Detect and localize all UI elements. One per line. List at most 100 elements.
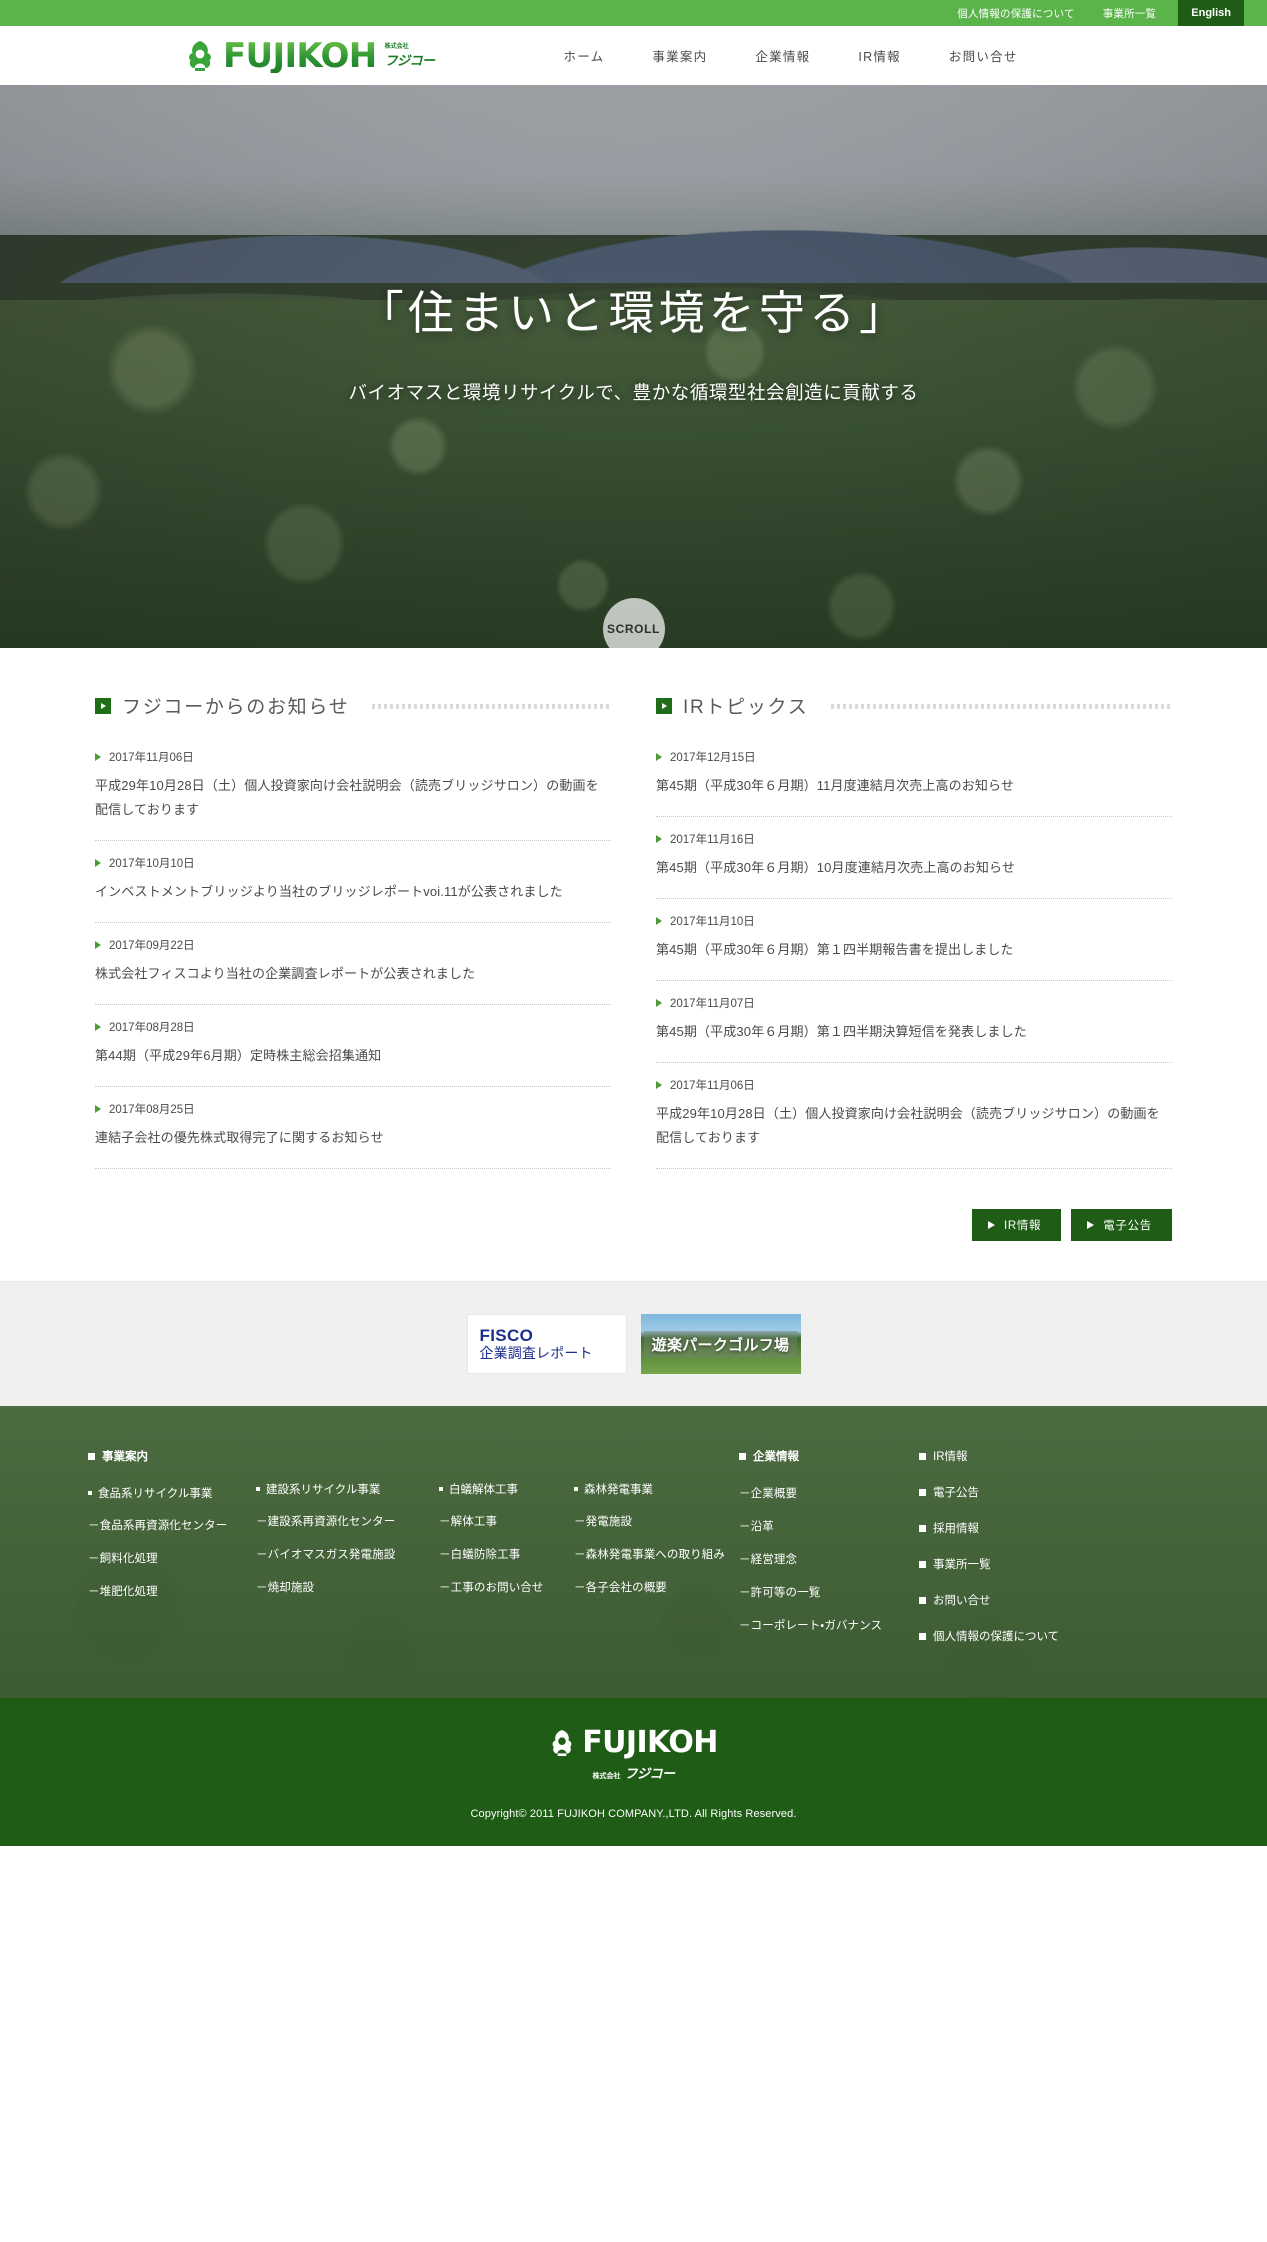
footer-group-label: 建設系リサイクル事業 [266, 1484, 381, 1497]
square-bullet-icon [919, 1524, 926, 1532]
square-bullet-icon [919, 1632, 926, 1640]
footer-link[interactable]: －発電施設 [574, 1513, 721, 1529]
footer-group-termite-demolition[interactable]: 白蟻解体工事 [439, 1481, 556, 1497]
footer-logo-kabushiki: 株式会社 [592, 1773, 621, 1781]
section-divider [831, 702, 1172, 709]
footer-link[interactable]: －白蟻防除工事 [439, 1546, 556, 1562]
tree-logo-icon [549, 1729, 575, 1757]
footer-link[interactable]: －解体工事 [439, 1513, 556, 1529]
footer-link[interactable]: －許可等の一覧 [739, 1584, 901, 1600]
utility-bar: 個人情報の保護について 事業所一覧 English [0, 0, 1267, 26]
section-title-notices: フジコーからのお知らせ [122, 697, 350, 718]
triangle-bullet-icon [95, 1105, 101, 1114]
footer-link-contact[interactable]: お問い合せ [919, 1592, 1059, 1608]
triangle-bullet-icon [95, 859, 101, 868]
footer-link[interactable]: －沿革 [739, 1518, 901, 1534]
news-title-link[interactable]: 第45期（平成30年６月期）第１四半期報告書を提出しました [656, 938, 1172, 962]
footer-group-label: 森林発電事業 [584, 1484, 653, 1497]
footer-link[interactable]: －コーポレート・ガバナンス [739, 1617, 901, 1633]
square-bullet-icon [919, 1488, 926, 1496]
footer-group-food-recycle[interactable]: 食品系リサイクル事業 [88, 1485, 238, 1501]
footer-logo[interactable]: FUJIKOH [549, 1728, 718, 1758]
hero-title: 「住まいと環境を守る」 [357, 288, 910, 339]
nav-item-business[interactable]: 事業案内 [628, 46, 731, 65]
site-logo[interactable]: FUJIKOH 株式会社 フジコー [185, 35, 435, 76]
news-title-link[interactable]: 第45期（平成30年６月期）第１四半期決算短信を発表しました [656, 1020, 1172, 1044]
news-list-item[interactable]: 2017年11月10日 第45期（平成30年６月期）第１四半期報告書を提出しまし… [656, 899, 1172, 982]
nav-item-home[interactable]: ホーム [539, 46, 628, 65]
footer-link[interactable]: －経営理念 [739, 1551, 901, 1567]
news-date-text: 2017年09月22日 [109, 940, 195, 953]
triangle-bullet-icon [95, 941, 101, 950]
logo-wordmark: FUJIKOH [223, 35, 377, 76]
banner-fisco-report[interactable]: FISCO 企業調査レポート [466, 1314, 627, 1375]
footer-link[interactable]: －工事のお問い合せ [439, 1579, 556, 1595]
footer-link[interactable]: －堆肥化処理 [88, 1583, 238, 1599]
square-bullet-icon [919, 1452, 926, 1460]
ir-info-button[interactable]: IR情報 [971, 1209, 1062, 1242]
news-list-item[interactable]: 2017年11月06日 平成29年10月28日（土）個人投資家向け会社説明会（読… [95, 735, 611, 842]
news-list-item[interactable]: 2017年11月06日 平成29年10月28日（土）個人投資家向け会社説明会（読… [656, 1063, 1172, 1170]
footer-group-forest-power[interactable]: 森林発電事業 [574, 1481, 721, 1497]
news-title-link[interactable]: 第45期（平成30年６月期）11月度連結月次売上高のお知らせ [656, 774, 1172, 798]
footer-link-ir-info[interactable]: IR情報 [919, 1448, 1059, 1464]
news-list-item[interactable]: 2017年08月28日 第44期（平成29年6月期）定時株主総会招集通知 [95, 1005, 611, 1088]
banner-yuraku-park-golf[interactable]: 遊楽パークゴルフ場 [640, 1314, 801, 1375]
topbar-link-privacy[interactable]: 個人情報の保護について [943, 0, 1089, 26]
news-list-item[interactable]: 2017年11月16日 第45期（平成30年６月期）10月度連結月次売上高のお知… [656, 817, 1172, 900]
square-bullet-icon [919, 1596, 926, 1604]
logo-fujiko: フジコー [384, 52, 435, 68]
banner-fisco-title: FISCO [479, 1325, 534, 1345]
footer-link-label: 採用情報 [933, 1523, 979, 1536]
footer-logo-japanese: 株式会社 フジコー [593, 1763, 675, 1782]
footer-link[interactable]: －森林発電事業への取り組み [574, 1546, 725, 1562]
footer-link[interactable]: －企業概要 [739, 1485, 901, 1501]
footer-bottom: FUJIKOH 株式会社 フジコー Copyright© 2011 FUJIKO… [0, 1698, 1267, 1847]
site-header: FUJIKOH 株式会社 フジコー ホーム 事業案内 企業情報 IR情報 お問い… [0, 26, 1267, 85]
language-english-button[interactable]: English [1178, 0, 1244, 26]
nav-item-company[interactable]: 企業情報 [731, 46, 834, 65]
news-title-link[interactable]: インベストメントブリッジより当社のブリッジレポートvoi.11が公表されました [95, 880, 611, 904]
news-date-text: 2017年11月06日 [109, 752, 194, 764]
news-list-item[interactable]: 2017年09月22日 株式会社フィスコより当社の企業調査レポートが公表されまし… [95, 923, 611, 1006]
news-title-link[interactable]: 第44期（平成29年6月期）定時株主総会招集通知 [95, 1044, 611, 1068]
footer-heading-label: 企業情報 [753, 1451, 799, 1464]
electronic-notice-button[interactable]: 電子公告 [1071, 1209, 1172, 1242]
footer-logo-fujiko: フジコー [624, 1766, 675, 1782]
news-title-link[interactable]: 平成29年10月28日（土）個人投資家向け会社説明会（読売ブリッジサロン）の動画… [95, 774, 611, 822]
footer-link[interactable]: －バイオマスガス発電施設 [256, 1546, 421, 1562]
footer-group-label: 白蟻解体工事 [449, 1484, 518, 1497]
news-date: 2017年10月10日 [95, 855, 611, 871]
footer-link-privacy[interactable]: 個人情報の保護について [919, 1628, 1059, 1644]
footer-link[interactable]: －食品系再資源化センター [88, 1517, 238, 1533]
footer-link[interactable]: －各子会社の概要 [574, 1579, 721, 1595]
footer-link-recruit[interactable]: 採用情報 [919, 1520, 1059, 1536]
nav-item-ir[interactable]: IR情報 [834, 46, 925, 65]
news-title-link[interactable]: 第45期（平成30年６月期）10月度連結月次売上高のお知らせ [656, 856, 1172, 880]
triangle-right-icon [1087, 1221, 1095, 1230]
banner-strip: FISCO 企業調査レポート 遊楽パークゴルフ場 [0, 1281, 1267, 1407]
news-list-item[interactable]: 2017年10月10日 インベストメントブリッジより当社のブリッジレポートvoi… [95, 841, 611, 924]
news-list-item[interactable]: 2017年08月25日 連結子会社の優先株式取得完了に関するお知らせ [95, 1087, 611, 1170]
triangle-bullet-icon [656, 1081, 662, 1090]
footer-link-offices[interactable]: 事業所一覧 [919, 1556, 1059, 1572]
footer-link[interactable]: －飼料化処理 [88, 1550, 238, 1566]
news-title-link[interactable]: 株式会社フィスコより当社の企業調査レポートが公表されました [95, 962, 611, 986]
footer-column-business: 事業案内 食品系リサイクル事業 －食品系再資源化センター －飼料化処理 －堆肥化… [88, 1448, 256, 1664]
footer-link[interactable]: －焼却施設 [256, 1579, 421, 1595]
topbar-link-offices[interactable]: 事業所一覧 [1089, 0, 1171, 26]
news-list-item[interactable]: 2017年12月15日 第45期（平成30年６月期）11月度連結月次売上高のお知… [656, 735, 1172, 818]
news-title-link[interactable]: 平成29年10月28日（土）個人投資家向け会社説明会（読売ブリッジサロン）の動画… [656, 1102, 1172, 1150]
copyright-text: Copyright© 2011 FUJIKOH COMPANY.,LTD. Al… [470, 1808, 797, 1821]
triangle-bullet-icon [95, 1023, 101, 1032]
footer-heading-company: 企業情報 [739, 1448, 901, 1464]
news-title-link[interactable]: 連結子会社の優先株式取得完了に関するお知らせ [95, 1126, 611, 1150]
footer-link[interactable]: －建設系再資源化センター [256, 1513, 421, 1529]
triangle-right-icon [987, 1221, 995, 1230]
footer-link-electronic-notice[interactable]: 電子公告 [919, 1484, 1059, 1500]
news-list-item[interactable]: 2017年11月07日 第45期（平成30年６月期）第１四半期決算短信を発表しま… [656, 981, 1172, 1064]
play-square-icon [95, 697, 111, 714]
nav-item-contact[interactable]: お問い合せ [925, 46, 1042, 65]
news-section: フジコーからのお知らせ 2017年11月06日 平成29年10月28日（土）個人… [0, 648, 1267, 1192]
footer-group-construction-recycle[interactable]: 建設系リサイクル事業 [256, 1481, 421, 1497]
